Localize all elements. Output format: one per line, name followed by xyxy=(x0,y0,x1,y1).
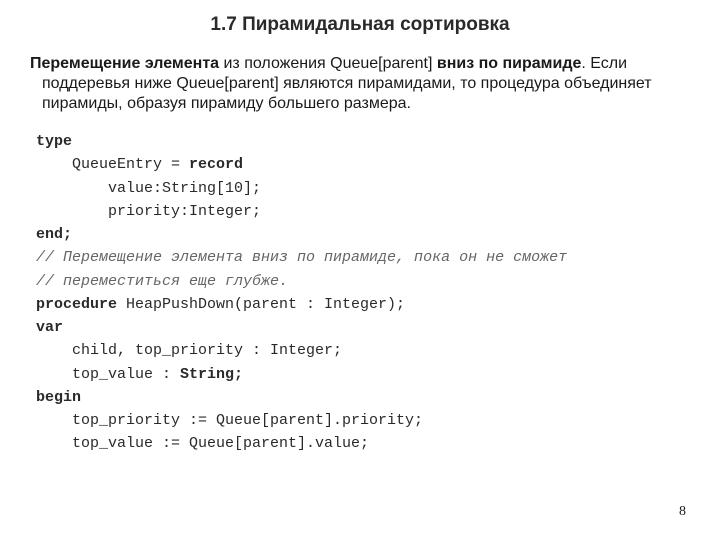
description-text: Перемещение элемента из положения Queue[… xyxy=(12,36,720,114)
code-kw: begin xyxy=(36,389,81,406)
page-number: 8 xyxy=(679,504,686,520)
code-line: top_priority := Queue[parent].priority; xyxy=(36,409,720,432)
desc-bold-2: вниз по пирамиде xyxy=(437,55,582,72)
code-kw: String; xyxy=(180,366,243,383)
code-line: value:String[10]; xyxy=(36,177,720,200)
code-kw: var xyxy=(36,319,63,336)
code-block: type QueueEntry = record value:String[10… xyxy=(0,114,720,456)
code-kw: type xyxy=(36,133,72,150)
slide-title: 1.7 Пирамидальная сортировка xyxy=(0,0,720,36)
code-comment: // переместиться еще глубже. xyxy=(36,270,720,293)
code-line: child, top_priority : Integer; xyxy=(36,339,720,362)
code-line: top_value := Queue[parent].value; xyxy=(36,432,720,455)
code-kw: procedure xyxy=(36,296,117,313)
desc-text-1: из положения Queue[parent] xyxy=(219,55,437,72)
desc-bold-1: Перемещение элемента xyxy=(30,55,219,72)
code-kw: record xyxy=(189,156,243,173)
code-text: HeapPushDown(parent : Integer); xyxy=(117,296,405,313)
code-line: priority:Integer; xyxy=(36,200,720,223)
code-kw: end; xyxy=(36,226,72,243)
code-text: top_value : xyxy=(36,366,180,383)
code-comment: // Перемещение элемента вниз по пирамиде… xyxy=(36,246,720,269)
code-text: QueueEntry = xyxy=(36,156,189,173)
